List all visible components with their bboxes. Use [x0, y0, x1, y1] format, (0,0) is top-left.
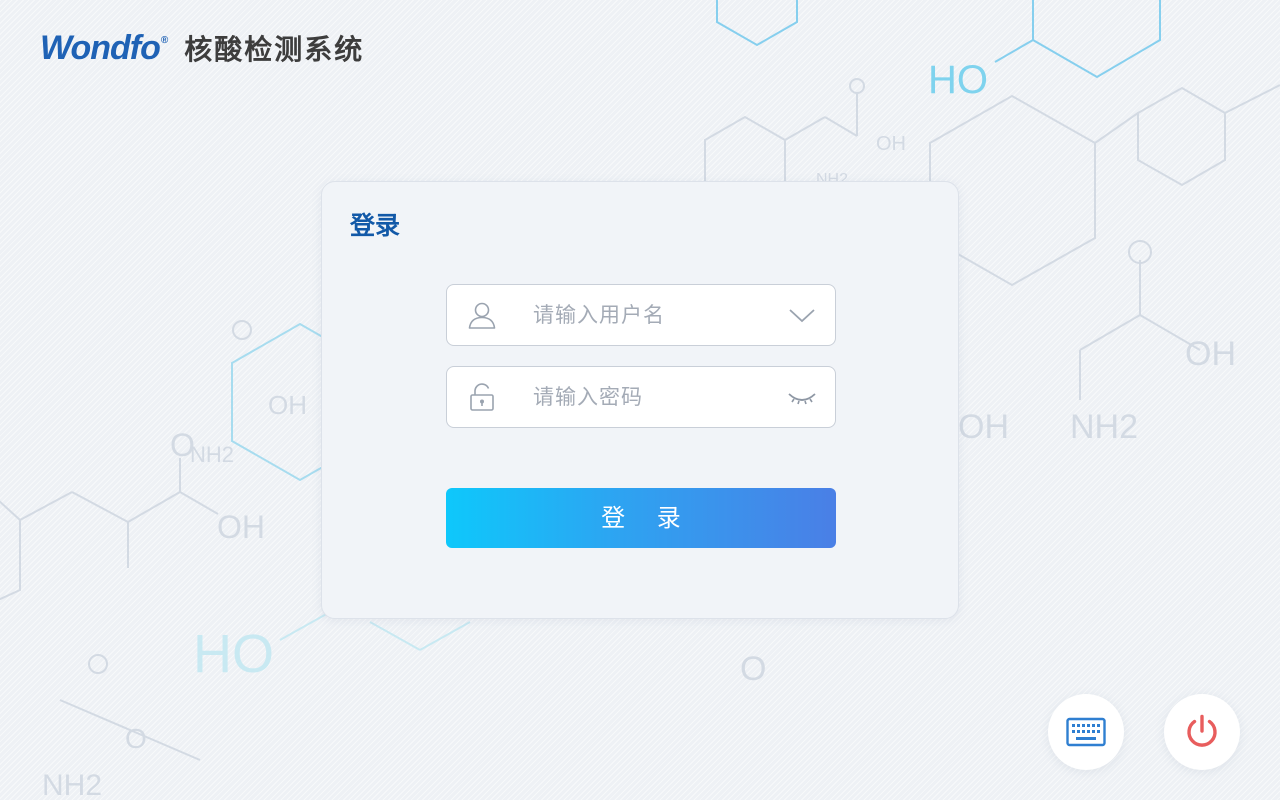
username-field[interactable]: 请输入用户名	[446, 284, 836, 346]
power-button[interactable]	[1164, 694, 1240, 770]
login-card: 登录 请输入用户名 请输入密码 登 录	[321, 181, 959, 619]
username-placeholder: 请输入用户名	[533, 303, 665, 327]
eye-closed-icon[interactable]	[787, 384, 817, 410]
molecule-label: NH2	[1070, 408, 1138, 446]
wondfo-logo: Wondfo®	[40, 28, 168, 67]
molecule-label: O	[170, 427, 195, 463]
lock-icon	[470, 383, 494, 411]
molecule-label: O	[125, 723, 147, 754]
password-field[interactable]: 请输入密码	[446, 366, 836, 428]
app-title: 核酸检测系统	[184, 33, 365, 66]
molecule-label: OH	[958, 408, 1009, 446]
chevron-down-icon[interactable]	[787, 302, 817, 328]
molecule-label: OH	[217, 509, 265, 545]
molecule-label: OH	[268, 390, 307, 420]
molecule-label: HO	[928, 58, 988, 102]
password-placeholder: 请输入密码	[533, 385, 643, 409]
power-icon	[1187, 714, 1217, 747]
molecule-label: O	[740, 650, 766, 688]
keyboard-icon	[1066, 717, 1106, 747]
keyboard-button[interactable]	[1048, 694, 1124, 770]
app-header: Wondfo® 核酸检测系统	[40, 24, 364, 72]
molecule-label: OH	[876, 133, 906, 155]
user-icon	[468, 302, 496, 329]
login-title: 登录	[350, 211, 401, 240]
molecule-label: HO	[193, 624, 274, 684]
molecule-label: OH	[1185, 335, 1236, 373]
molecule-label: NH2	[42, 769, 102, 800]
login-button[interactable]: 登 录	[446, 488, 836, 548]
molecule-label: NH2	[190, 442, 234, 467]
registered-mark: ®	[160, 34, 168, 46]
